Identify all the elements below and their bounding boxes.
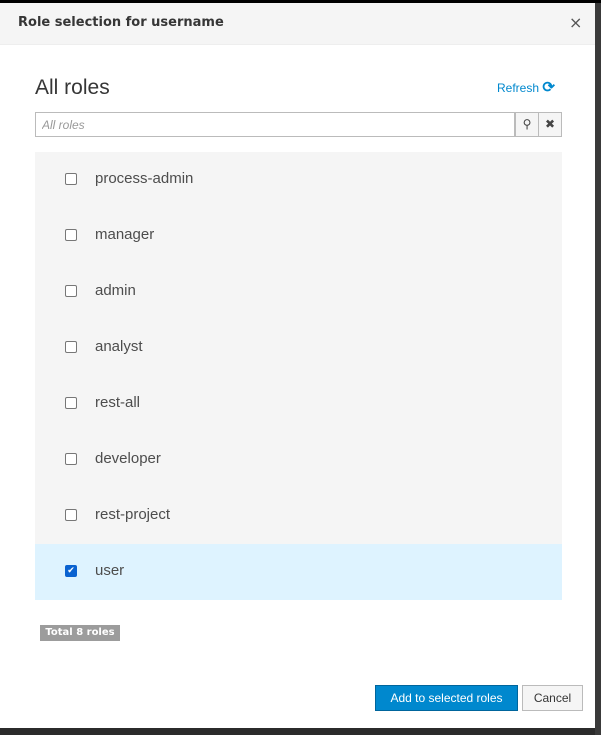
role-row[interactable]: rest-project: [35, 488, 562, 544]
role-label: process-admin: [95, 170, 194, 187]
refresh-link[interactable]: Refresh ⟳: [497, 78, 555, 96]
role-checkbox[interactable]: [65, 229, 77, 241]
role-label: analyst: [95, 338, 143, 355]
role-label: user: [95, 562, 125, 579]
role-checkbox[interactable]: [65, 173, 77, 185]
role-checkbox[interactable]: [65, 341, 77, 353]
role-row[interactable]: developer: [35, 432, 562, 488]
add-to-selected-roles-button[interactable]: Add to selected roles: [375, 685, 518, 711]
role-label: rest-project: [95, 506, 171, 523]
clear-icon: ✖: [544, 117, 556, 131]
dialog-header: Role selection for username ×: [0, 3, 595, 45]
search-icon: ⚲: [522, 117, 532, 131]
role-row[interactable]: analyst: [35, 320, 562, 376]
role-row[interactable]: ✔ user: [35, 544, 562, 600]
role-checkbox[interactable]: [65, 453, 77, 465]
backdrop: [595, 3, 601, 735]
role-checkbox[interactable]: [65, 397, 77, 409]
roles-list: process-admin manager admin analyst rest-all…: [35, 152, 562, 600]
role-row[interactable]: admin: [35, 264, 562, 320]
section-heading: All roles: [35, 76, 110, 99]
cancel-button[interactable]: Cancel: [522, 685, 583, 711]
role-row[interactable]: rest-all: [35, 376, 562, 432]
role-label: rest-all: [95, 394, 141, 411]
refresh-label: Refresh: [497, 81, 540, 95]
close-icon[interactable]: ×: [569, 13, 582, 32]
role-row[interactable]: manager: [35, 208, 562, 264]
search-button[interactable]: ⚲: [515, 112, 539, 137]
role-checkbox[interactable]: [65, 509, 77, 521]
dialog-title: Role selection for username: [18, 15, 224, 30]
search-input[interactable]: [35, 112, 515, 137]
role-label: developer: [95, 450, 161, 467]
role-label: manager: [95, 226, 155, 243]
role-checkbox[interactable]: [65, 285, 77, 297]
clear-search-button[interactable]: ✖: [538, 112, 562, 137]
role-label: admin: [95, 282, 136, 299]
total-badge: Total 8 roles: [40, 625, 120, 641]
role-checkbox[interactable]: ✔: [65, 565, 77, 577]
role-row[interactable]: process-admin: [35, 152, 562, 208]
refresh-icon: ⟳: [542, 79, 555, 96]
